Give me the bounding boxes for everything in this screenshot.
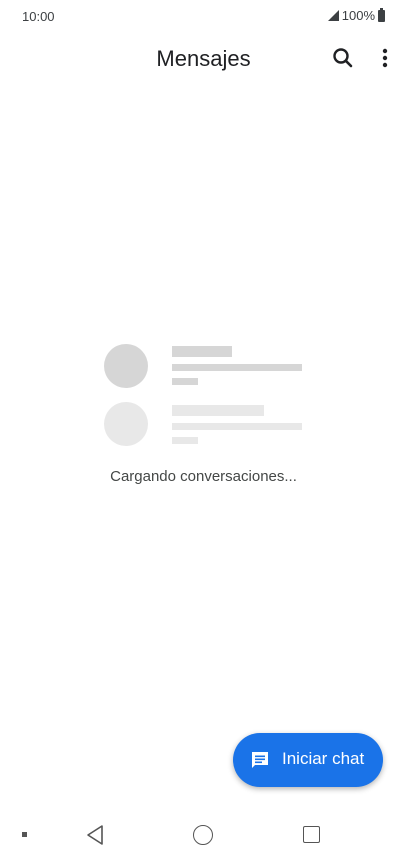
battery-icon xyxy=(378,7,385,22)
placeholder-line xyxy=(172,437,198,444)
start-chat-label: Iniciar chat xyxy=(282,749,365,768)
recents-square-icon[interactable] xyxy=(303,826,320,843)
search-icon xyxy=(333,48,353,68)
battery-percent: 100% xyxy=(341,8,375,23)
start-chat-button[interactable]: Iniciar chat xyxy=(233,733,383,787)
back-triangle-icon[interactable] xyxy=(86,824,104,846)
status-bar: 10:00 100% xyxy=(0,0,407,32)
placeholder-line xyxy=(172,364,302,371)
status-indicators: 100% xyxy=(327,7,385,23)
placeholder-line xyxy=(172,378,198,385)
loading-placeholder xyxy=(104,344,304,449)
app-bar: Mensajes xyxy=(0,36,407,84)
navigation-bar xyxy=(0,810,407,860)
more-options-button[interactable] xyxy=(375,44,395,72)
more-vert-icon xyxy=(382,48,388,68)
placeholder-line xyxy=(172,423,302,430)
nav-indicator-icon xyxy=(22,832,27,837)
placeholder-line xyxy=(172,346,232,357)
placeholder-avatar xyxy=(104,402,148,446)
home-circle-icon[interactable] xyxy=(193,825,213,845)
search-button[interactable] xyxy=(329,44,357,72)
placeholder-line xyxy=(172,405,264,416)
loading-text: Cargando conversaciones... xyxy=(110,468,297,485)
status-time: 10:00 xyxy=(22,9,55,24)
signal-icon xyxy=(327,10,339,21)
chat-icon xyxy=(252,752,268,768)
placeholder-avatar xyxy=(104,344,148,388)
